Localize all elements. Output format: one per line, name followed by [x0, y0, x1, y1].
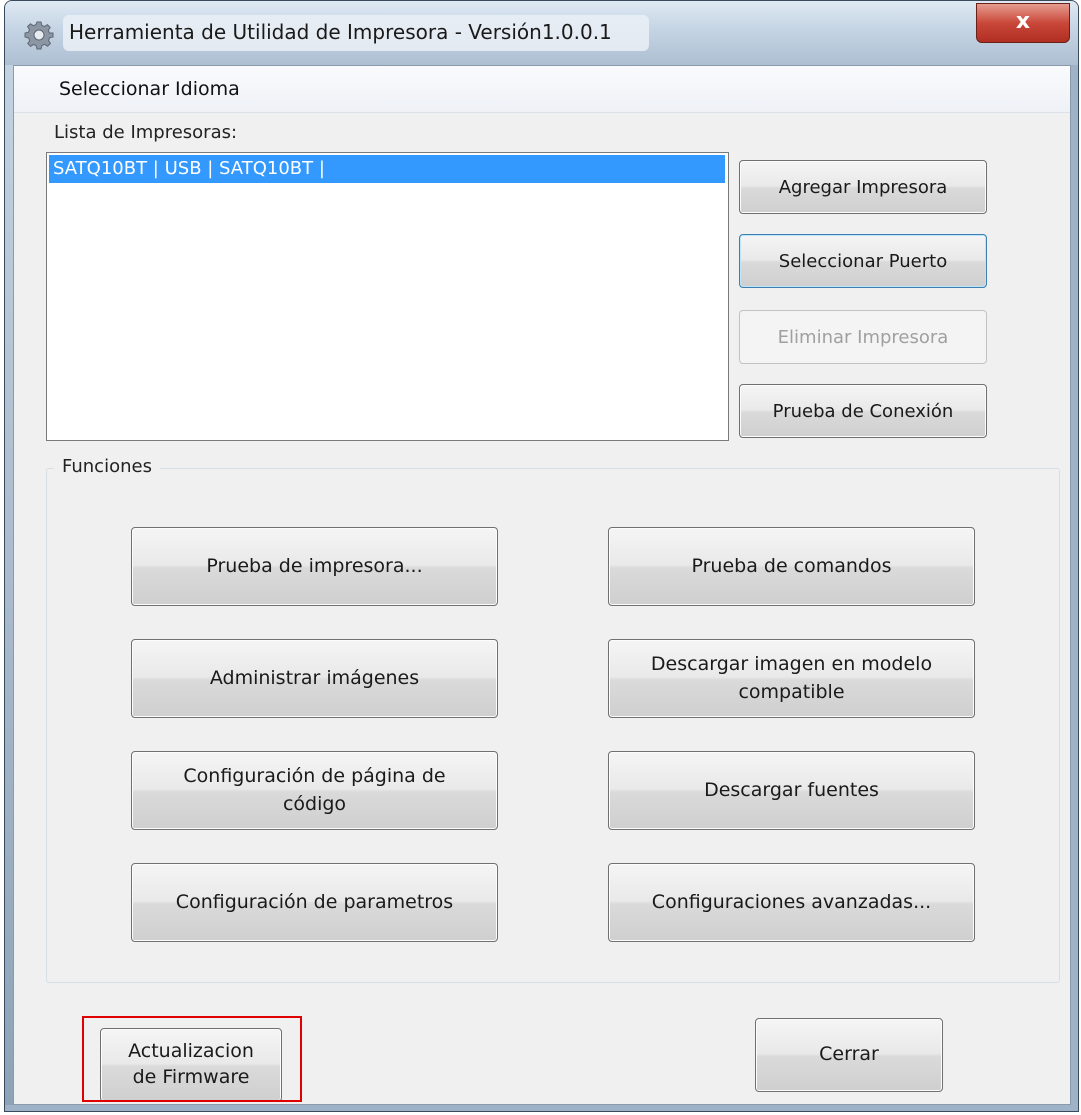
window-frame-left [5, 65, 13, 1105]
printer-list-label: Lista de Impresoras: [54, 122, 238, 143]
codepage-config-line1: Configuración de página de [183, 764, 446, 787]
download-fonts-button[interactable]: Descargar fuentes [608, 751, 975, 830]
main-window: Herramienta de Utilidad de Impresora - V… [4, 0, 1079, 1112]
add-printer-button[interactable]: Agregar Impresora [739, 160, 987, 214]
window-title: Herramienta de Utilidad de Impresora - V… [69, 20, 612, 44]
printer-list-item[interactable]: SATQ10BT | USB | SATQ10BT | [49, 155, 725, 183]
advanced-settings-button[interactable]: Configuraciones avanzadas... [608, 863, 975, 942]
codepage-config-line2: código [282, 792, 347, 815]
close-window-button[interactable]: x [976, 3, 1070, 43]
close-icon: x [1015, 9, 1031, 34]
download-compatible-image-line1: Descargar imagen en modelo [650, 652, 933, 675]
client-area: Seleccionar Idioma Lista de Impresoras: … [13, 65, 1071, 1105]
firmware-highlight-box [82, 1016, 302, 1102]
title-bar[interactable]: Herramienta de Utilidad de Impresora - V… [5, 1, 1078, 65]
functions-group-label: Funciones [54, 456, 160, 477]
menu-bar: Seleccionar Idioma [14, 66, 1070, 113]
printer-list[interactable]: SATQ10BT | USB | SATQ10BT | [46, 152, 729, 441]
download-compatible-image-button[interactable]: Descargar imagen en modelo compatible [608, 639, 975, 718]
command-test-button[interactable]: Prueba de comandos [608, 527, 975, 606]
close-button[interactable]: Cerrar [755, 1018, 943, 1092]
download-compatible-image-line2: compatible [738, 680, 845, 703]
manage-images-button[interactable]: Administrar imágenes [131, 639, 498, 718]
gear-icon [24, 21, 54, 50]
printer-test-button[interactable]: Prueba de impresora... [131, 527, 498, 606]
select-port-button[interactable]: Seleccionar Puerto [739, 234, 987, 288]
test-connection-button[interactable]: Prueba de Conexión [739, 384, 987, 438]
menu-select-language[interactable]: Seleccionar Idioma [59, 78, 240, 100]
parameters-config-button[interactable]: Configuración de parametros [131, 863, 498, 942]
remove-printer-button[interactable]: Eliminar Impresora [739, 310, 987, 364]
codepage-config-button[interactable]: Configuración de página de código [131, 751, 498, 830]
